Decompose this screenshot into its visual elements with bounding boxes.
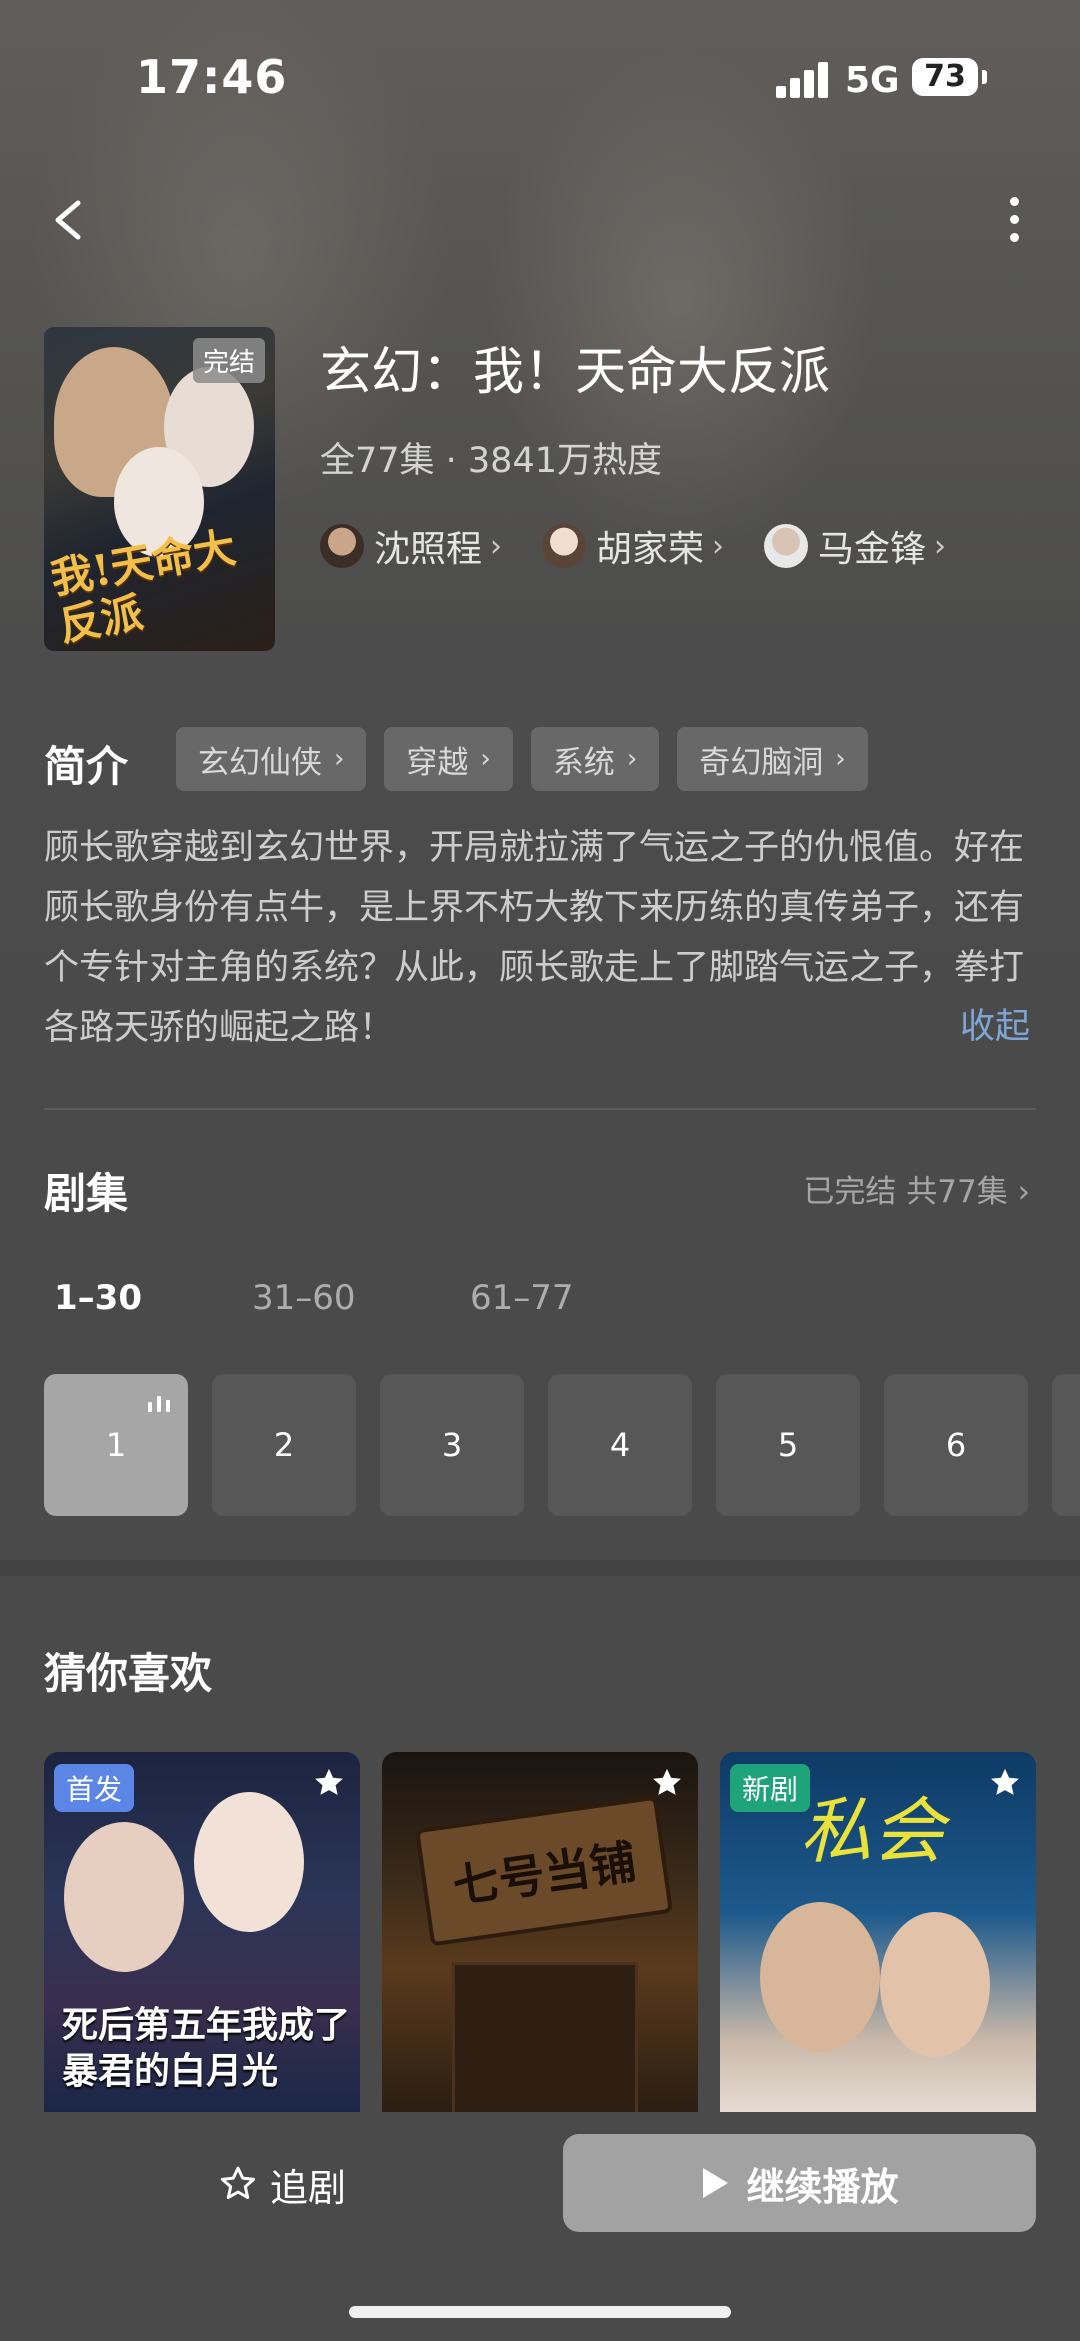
drama-title: 玄幻：我！天命大反派 bbox=[320, 343, 831, 402]
cast-item[interactable]: 马金锋 › bbox=[764, 520, 946, 572]
episode-button-partial[interactable] bbox=[1052, 1374, 1080, 1516]
avatar bbox=[542, 524, 587, 568]
recommend-card[interactable]: 私会 新剧 bbox=[720, 1752, 1036, 2112]
chevron-right-icon: › bbox=[626, 744, 638, 774]
star-outline-icon bbox=[220, 2166, 256, 2199]
avatar bbox=[320, 524, 364, 568]
tab-range-1[interactable]: 1–30 bbox=[54, 1278, 142, 1318]
collapse-button[interactable]: 收起 bbox=[960, 998, 1030, 1049]
signal-icon bbox=[776, 62, 830, 98]
play-icon bbox=[703, 2168, 729, 2198]
cast-item[interactable]: 沈照程 › bbox=[320, 520, 502, 572]
card-title-sign: 七号当铺 bbox=[414, 1795, 674, 1947]
episode-button[interactable]: 5 bbox=[716, 1374, 860, 1516]
star-icon[interactable] bbox=[988, 1766, 1022, 1800]
back-button[interactable] bbox=[40, 185, 100, 255]
drama-meta: 全77集 · 3841万热度 bbox=[320, 441, 662, 481]
status-time: 17:46 bbox=[136, 50, 288, 104]
cast-name: 马金锋 bbox=[818, 529, 927, 570]
status-bar: 17:46 5G 73 bbox=[0, 0, 1080, 150]
equalizer-icon bbox=[148, 1396, 170, 1412]
play-label: 继续播放 bbox=[746, 2164, 899, 2209]
continue-play-button[interactable]: 继续播放 bbox=[563, 2134, 1036, 2232]
recommend-heading: 猜你喜欢 bbox=[44, 1649, 213, 1698]
cast-list: 沈照程 › 胡家荣 › 马金锋 › bbox=[320, 518, 986, 574]
card-title: 死后第五年我成了暴君的白月光 bbox=[62, 2004, 351, 2092]
avatar bbox=[764, 524, 809, 568]
genre-tag[interactable]: 穿越 › bbox=[384, 727, 513, 791]
chevron-right-icon: › bbox=[712, 528, 725, 564]
divider bbox=[44, 1108, 1036, 1110]
chevron-right-icon: › bbox=[835, 744, 846, 774]
genre-tags: 玄幻仙侠 › 穿越 › 系统 › 奇幻脑洞 › bbox=[176, 727, 886, 791]
recommend-card[interactable]: 七号当铺 bbox=[382, 1752, 698, 2112]
more-button[interactable] bbox=[994, 185, 1034, 255]
tab-range-2[interactable]: 31–60 bbox=[252, 1278, 356, 1318]
recommend-card[interactable]: 死后第五年我成了暴君的白月光 首发 bbox=[44, 1752, 360, 2112]
episodes-heading: 剧集 bbox=[44, 1169, 129, 1218]
card-title: 私会 bbox=[800, 1789, 945, 1873]
genre-tag[interactable]: 玄幻仙侠 › bbox=[176, 727, 367, 791]
completed-badge: 完结 bbox=[192, 338, 265, 383]
cast-name: 沈照程 bbox=[374, 529, 483, 570]
genre-tag[interactable]: 系统 › bbox=[530, 727, 660, 791]
battery-cap bbox=[982, 70, 987, 84]
follow-button[interactable]: 追剧 bbox=[218, 2154, 346, 2214]
premiere-badge: 首发 bbox=[54, 1764, 135, 1812]
chevron-right-icon: › bbox=[1017, 1174, 1030, 1210]
follow-label: 追剧 bbox=[270, 2165, 347, 2210]
episodes-status-link[interactable]: 已完结 共77集 › bbox=[803, 1166, 1030, 1211]
tab-range-3[interactable]: 61–77 bbox=[470, 1278, 574, 1318]
chevron-left-icon bbox=[55, 200, 81, 240]
network-type: 5G bbox=[845, 60, 900, 101]
chevron-right-icon: › bbox=[334, 744, 345, 774]
episode-button[interactable]: 2 bbox=[212, 1374, 356, 1516]
episode-button[interactable]: 1 bbox=[44, 1374, 188, 1516]
cast-name: 胡家荣 bbox=[596, 529, 705, 570]
episode-button[interactable]: 4 bbox=[548, 1374, 692, 1516]
star-icon[interactable] bbox=[312, 1766, 346, 1800]
cast-item[interactable]: 胡家荣 › bbox=[542, 520, 724, 572]
chevron-right-icon: › bbox=[490, 528, 503, 564]
synopsis-text: 顾长歌穿越到玄幻世界，开局就拉满了气运之子的仇恨值。好在顾长歌身份有点牛，是上界… bbox=[44, 828, 1025, 1048]
section-separator bbox=[0, 1560, 1080, 1576]
star-icon[interactable] bbox=[650, 1766, 684, 1800]
genre-tag[interactable]: 奇幻脑洞 › bbox=[677, 727, 868, 791]
battery-icon: 73 bbox=[912, 58, 978, 96]
new-badge: 新剧 bbox=[730, 1764, 811, 1812]
home-indicator bbox=[349, 2306, 731, 2318]
chevron-right-icon: › bbox=[480, 744, 491, 774]
episode-button[interactable]: 6 bbox=[884, 1374, 1028, 1516]
chevron-right-icon: › bbox=[934, 528, 947, 564]
intro-heading: 简介 bbox=[44, 742, 129, 791]
more-vertical-icon bbox=[1010, 197, 1019, 206]
drama-poster[interactable]: 我!天命大反派 完结 bbox=[44, 327, 275, 651]
poster-title: 我!天命大反派 bbox=[47, 522, 240, 651]
episode-button[interactable]: 3 bbox=[380, 1374, 524, 1516]
